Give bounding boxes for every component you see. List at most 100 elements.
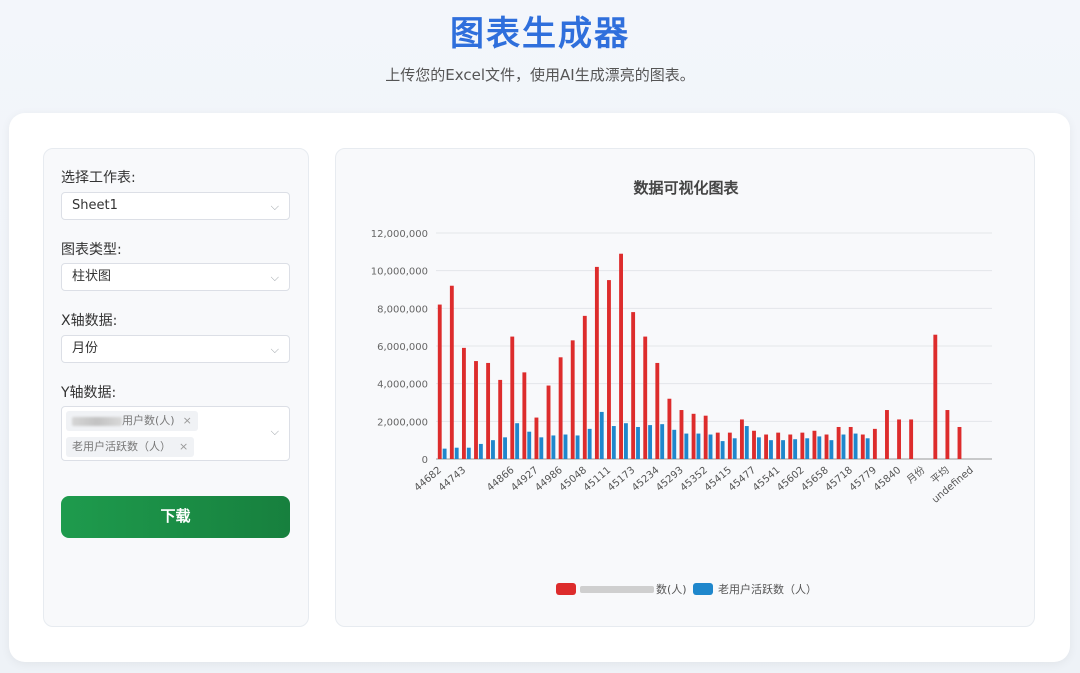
chevron-down-icon: ⌵ (270, 200, 279, 213)
bar-1 (449, 285, 454, 459)
chevron-down-icon: ⌵ (270, 425, 279, 438)
bar-2 (793, 439, 798, 459)
bar-2 (551, 435, 556, 459)
bar-1 (885, 410, 889, 459)
bar-2 (539, 437, 544, 459)
bar-2 (478, 443, 483, 459)
bar-1 (836, 426, 841, 459)
x-tick-label: 月份 (904, 464, 927, 486)
legend-swatch-2 (693, 583, 713, 595)
chart-title: 数据可视化图表 (633, 179, 739, 197)
bar-2 (611, 426, 616, 459)
y-tick-label: 6,000,000 (377, 342, 428, 353)
bar-2 (636, 426, 640, 459)
chevron-down-icon: ⌵ (270, 343, 279, 356)
bar-2 (587, 428, 592, 459)
sheet-select[interactable]: Sheet1 ⌵ (61, 192, 290, 220)
bar-2 (575, 435, 580, 459)
bar-2 (841, 434, 846, 459)
bar-1 (461, 347, 466, 459)
bar-2 (817, 436, 822, 459)
chart-type-select[interactable]: 柱状图 ⌵ (61, 263, 290, 291)
bar-1 (522, 372, 527, 459)
bar-1 (752, 430, 756, 459)
bar-1 (872, 428, 877, 459)
bar-1 (534, 417, 539, 459)
bar-1 (800, 432, 805, 459)
y-axis-multiselect[interactable]: 用户数(人) × 老用户活跃数（人） × ⌵ (61, 406, 290, 461)
bar-1 (667, 398, 672, 459)
bar-2 (696, 433, 701, 459)
bar-1 (486, 362, 491, 459)
bar-1 (933, 334, 938, 459)
y-tag-1-label: 用户数(人) (122, 414, 175, 427)
bar-2 (781, 440, 785, 459)
x-axis-label: X轴数据: (61, 313, 118, 329)
bar-2 (660, 424, 665, 459)
bar-1 (776, 432, 781, 459)
x-tick-label: 44743 (437, 465, 468, 494)
y-tick-label: 2,000,000 (377, 417, 428, 428)
bar-chart: 数据可视化图表 0 2,000,000 4,000,000 6,000,000 8,000… (371, 179, 992, 596)
bar-1 (582, 315, 587, 459)
bar-1 (945, 410, 950, 459)
sheet-label: 选择工作表: (61, 170, 136, 186)
bar-2 (623, 423, 628, 459)
bar-2 (648, 425, 653, 459)
page-title: 图表生成器 (450, 14, 630, 54)
bar-2 (720, 441, 725, 459)
bar-1 (703, 415, 708, 459)
bar-1 (655, 362, 660, 459)
bar-1 (643, 336, 648, 459)
download-button[interactable]: 下载 (61, 496, 290, 538)
bar-1 (957, 426, 962, 459)
bar-1 (474, 361, 478, 459)
close-icon[interactable]: × (179, 440, 188, 453)
bar-2 (744, 426, 749, 459)
y-tick-label: 4,000,000 (377, 380, 428, 391)
bar-2 (756, 437, 761, 459)
bar-1 (824, 434, 829, 459)
bar-1 (498, 379, 503, 459)
y-tag-2: 老用户活跃数（人） × (66, 437, 195, 457)
chart-type-label: 图表类型: (61, 242, 122, 258)
bar-1 (848, 426, 853, 459)
bar-1 (909, 419, 914, 459)
bar-1 (619, 253, 623, 459)
bar-2 (684, 433, 689, 459)
bar-1 (607, 280, 611, 459)
y-tag-1: 用户数(人) × (66, 411, 198, 431)
bar-1 (860, 434, 865, 459)
sheet-select-value: Sheet1 (72, 198, 118, 213)
bar-1 (558, 357, 563, 459)
bar-1 (679, 410, 684, 459)
bar-1 (812, 430, 817, 459)
bar-2 (491, 440, 495, 459)
bar-2 (442, 448, 447, 459)
chevron-down-icon: ⌵ (270, 271, 279, 284)
bar-1 (594, 266, 599, 459)
redacted-text (580, 586, 654, 593)
bar-1 (570, 340, 575, 459)
bar-2 (466, 447, 471, 459)
bar-2 (853, 433, 858, 459)
bar-2 (503, 437, 507, 459)
bar-2 (454, 447, 459, 459)
bar-1 (631, 312, 636, 459)
bar-2 (515, 423, 520, 459)
bar-2 (865, 438, 870, 459)
y-tick-label: 0 (422, 455, 428, 466)
bar-2 (527, 431, 532, 459)
bar-1 (727, 432, 732, 459)
legend-swatch-1 (556, 583, 576, 595)
bar-1 (437, 304, 442, 459)
bar-2 (708, 434, 713, 459)
close-icon[interactable]: × (183, 414, 192, 427)
bar-2 (599, 411, 604, 459)
bar-2 (563, 434, 568, 459)
bar-2 (769, 440, 773, 459)
y-tag-2-label: 老用户活跃数（人） (72, 440, 171, 453)
bar-2 (805, 438, 810, 459)
x-axis-select[interactable]: 月份 ⌵ (61, 335, 290, 363)
y-tick-label: 8,000,000 (377, 304, 428, 315)
